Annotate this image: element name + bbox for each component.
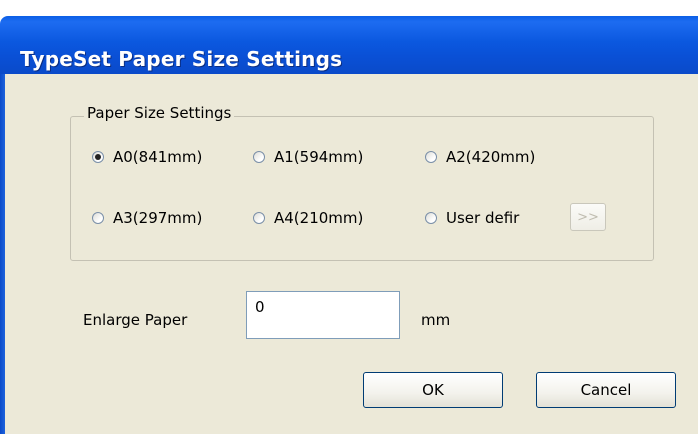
radio-a2-label: A2(420mm) <box>446 148 536 166</box>
radio-unselected-icon <box>425 212 437 224</box>
ok-button[interactable]: OK <box>363 372 503 408</box>
radio-unselected-icon <box>253 212 265 224</box>
radio-a1-label: A1(594mm) <box>274 148 364 166</box>
radio-a0-label: A0(841mm) <box>113 148 203 166</box>
radio-unselected-icon <box>425 151 437 163</box>
enlarge-unit-label: mm <box>421 311 451 329</box>
radio-a4-label: A4(210mm) <box>274 209 364 227</box>
radio-a4[interactable]: A4(210mm) <box>253 209 363 227</box>
enlarge-paper-input[interactable]: 0 <box>246 291 400 339</box>
background-strip <box>0 0 698 16</box>
radio-a3[interactable]: A3(297mm) <box>92 209 202 227</box>
cancel-button[interactable]: Cancel <box>536 372 676 408</box>
radio-user-defined[interactable]: User defir <box>425 209 519 227</box>
radio-a1[interactable]: A1(594mm) <box>253 148 363 166</box>
enlarge-paper-label: Enlarge Paper <box>83 311 188 329</box>
paper-size-groupbox <box>70 116 654 261</box>
window-title: TypeSet Paper Size Settings <box>20 47 343 71</box>
paper-size-group-label: Paper Size Settings <box>84 104 235 122</box>
radio-user-defined-label: User defir <box>446 209 520 227</box>
user-defined-more-button[interactable]: >> <box>570 203 606 231</box>
radio-a3-label: A3(297mm) <box>113 209 203 227</box>
window-frame-left <box>0 74 5 434</box>
title-bar[interactable]: TypeSet Paper Size Settings <box>0 16 698 74</box>
radio-a2[interactable]: A2(420mm) <box>425 148 535 166</box>
radio-selected-icon <box>92 151 104 163</box>
radio-unselected-icon <box>253 151 265 163</box>
dialog-window: TypeSet Paper Size Settings Paper Size S… <box>0 0 698 434</box>
radio-a0[interactable]: A0(841mm) <box>92 148 202 166</box>
radio-unselected-icon <box>92 212 104 224</box>
